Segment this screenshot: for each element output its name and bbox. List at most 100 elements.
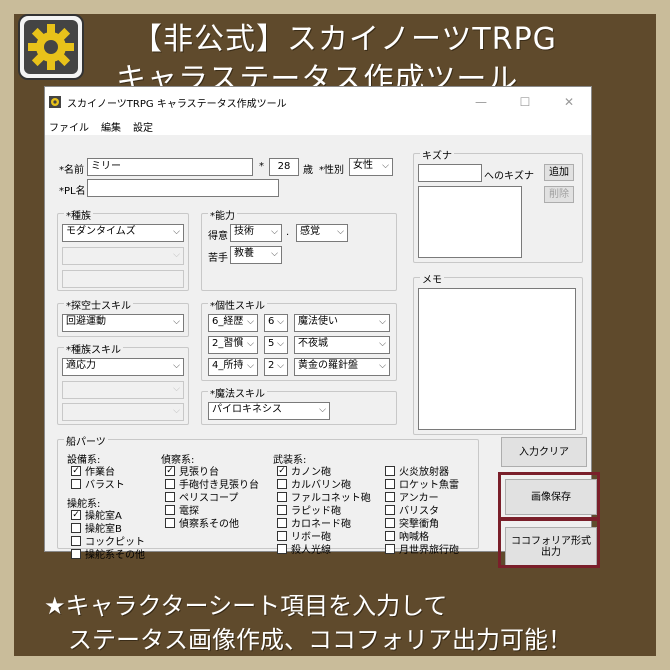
chevron-down-icon: ⌵ xyxy=(379,361,386,371)
good-separator: . xyxy=(286,227,290,238)
race-skill-select[interactable]: 適応力 ⌵ xyxy=(62,358,184,376)
kizuna-group: キズナ へのキズナ 追加 削除 xyxy=(413,147,583,263)
checkbox-box xyxy=(385,465,395,476)
bad-select[interactable]: 教養 ⌵ xyxy=(230,246,282,264)
chevron-down-icon: ⌵ xyxy=(382,161,389,171)
ship-part-label: バラスト xyxy=(85,480,125,491)
pl-name-label: *PL名 xyxy=(59,186,86,197)
personal-skill-name-1[interactable]: 魔法使い ⌵ xyxy=(294,314,390,332)
gender-select[interactable]: 女性 ⌵ xyxy=(349,158,393,176)
personal-skill-cat-2[interactable]: 2_習慣 ⌵ xyxy=(208,336,258,354)
magic-skill-title: *魔法スキル xyxy=(208,385,267,400)
maximize-button[interactable]: ☐ xyxy=(503,87,547,117)
chevron-down-icon: ⌵ xyxy=(271,249,278,259)
personal-skill-num-3-value: 2 xyxy=(268,360,275,371)
checkbox-box xyxy=(277,543,287,554)
chevron-down-icon: ⌵ xyxy=(173,361,180,371)
race-sub-select[interactable]: ⌵ xyxy=(62,247,184,265)
chevron-down-icon: ⌵ xyxy=(247,361,254,371)
kizuna-target-input[interactable] xyxy=(418,164,482,182)
gear-icon xyxy=(49,96,61,108)
good-value-2: 感覚 xyxy=(300,226,320,237)
bad-label: 苦手 xyxy=(208,253,228,264)
race-text-field[interactable] xyxy=(62,270,184,288)
chevron-down-icon: ⌵ xyxy=(337,227,344,237)
kizuna-list[interactable] xyxy=(418,186,522,258)
ship-part-label: 月世界旅行砲 xyxy=(399,545,459,556)
race-value: モダンタイムズ xyxy=(66,226,136,237)
gender-label: *性別 xyxy=(319,165,344,176)
personal-skill-name-1-value: 魔法使い xyxy=(298,316,338,327)
chevron-down-icon: ⌵ xyxy=(379,339,386,349)
explorer-skill-select[interactable]: 回避運動 ⌵ xyxy=(62,314,184,332)
checkbox-box xyxy=(385,530,395,541)
kizuna-delete-button[interactable]: 削除 xyxy=(544,186,574,203)
personal-skill-name-3-value: 黄金の羅針盤 xyxy=(298,360,358,371)
chevron-down-icon: ⌵ xyxy=(173,384,180,394)
personal-skill-name-2[interactable]: 不夜城 ⌵ xyxy=(294,336,390,354)
personal-skill-title: *個性スキル xyxy=(208,297,267,312)
personal-skill-cat-1-value: 6_経歴 xyxy=(212,316,244,327)
clear-button[interactable]: 入力クリア xyxy=(501,437,587,467)
race-skill-select-3[interactable]: ⌵ xyxy=(62,403,184,421)
race-select[interactable]: モダンタイムズ ⌵ xyxy=(62,224,184,242)
window-title: スカイノーツTRPG キャラステータス作成ツール xyxy=(67,98,287,110)
personal-skill-num-1[interactable]: 6 ⌵ xyxy=(264,314,288,332)
good-select-1[interactable]: 技術 ⌵ xyxy=(230,224,282,242)
menu-settings[interactable]: 設定 xyxy=(133,119,153,134)
ship-part-checkbox[interactable]: 操舵系その他 xyxy=(71,546,145,561)
good-select-2[interactable]: 感覚 ⌵ xyxy=(296,224,348,242)
name-label: *名前 xyxy=(59,165,84,176)
menu-file[interactable]: ファイル xyxy=(49,119,89,134)
personal-skill-num-2[interactable]: 5 ⌵ xyxy=(264,336,288,354)
age-unit: 歳 xyxy=(303,165,313,176)
checkbox-box xyxy=(385,491,395,502)
name-input[interactable]: ミリー xyxy=(87,158,253,176)
check-icon: ✓ xyxy=(277,465,287,476)
good-label: 得意 xyxy=(208,231,228,242)
ship-part-checkbox[interactable]: 殺人光線 xyxy=(277,541,331,556)
gender-value: 女性 xyxy=(353,160,373,171)
gear-icon xyxy=(24,20,78,74)
magic-skill-group: *魔法スキル パイロキネシス ⌵ xyxy=(201,385,397,425)
personal-skill-num-3[interactable]: 2 ⌵ xyxy=(264,358,288,376)
promo-title-line1: 【非公式】スカイノーツTRPG xyxy=(132,22,557,57)
checkbox-box xyxy=(385,543,395,554)
race-skill-select-2[interactable]: ⌵ xyxy=(62,381,184,399)
close-button[interactable]: ✕ xyxy=(547,87,591,117)
save-image-highlight xyxy=(498,472,600,520)
ability-title: *能力 xyxy=(208,207,237,222)
menu-edit[interactable]: 編集 xyxy=(101,119,121,134)
personal-skill-name-3[interactable]: 黄金の羅針盤 ⌵ xyxy=(294,358,390,376)
explorer-skill-group: *探空士スキル 回避運動 ⌵ xyxy=(57,297,189,337)
checkbox-box xyxy=(277,530,287,541)
chevron-down-icon: ⌵ xyxy=(277,361,284,371)
ability-group: *能力 得意 技術 ⌵ . 感覚 ⌵ 苦手 教養 ⌵ xyxy=(201,207,397,291)
minimize-button[interactable]: — xyxy=(459,87,503,117)
ship-part-label: 偵察系その他 xyxy=(179,519,239,530)
check-icon: ✓ xyxy=(165,465,175,476)
personal-skill-cat-3[interactable]: 4_所持 ⌵ xyxy=(208,358,258,376)
kizuna-add-button[interactable]: 追加 xyxy=(544,164,574,181)
ship-part-checkbox[interactable]: 偵察系その他 xyxy=(165,515,239,530)
good-value-1: 技術 xyxy=(234,226,254,237)
memo-textarea[interactable] xyxy=(418,288,576,430)
memo-group: メモ xyxy=(413,271,583,435)
ship-part-checkbox[interactable]: 月世界旅行砲 xyxy=(385,541,459,556)
title-bar[interactable]: スカイノーツTRPG キャラステータス作成ツール — ☐ ✕ xyxy=(45,87,591,117)
memo-title: メモ xyxy=(420,271,444,286)
ship-part-checkbox[interactable]: バラスト xyxy=(71,476,125,491)
chevron-down-icon: ⌵ xyxy=(173,317,180,327)
checkbox-box xyxy=(71,535,81,546)
age-input[interactable]: 28 xyxy=(269,158,299,176)
promo-footer-line1: ★キャラクターシート項目を入力して xyxy=(44,592,448,620)
chevron-down-icon: ⌵ xyxy=(379,317,386,327)
checkbox-box xyxy=(71,478,81,489)
personal-skill-cat-1[interactable]: 6_経歴 ⌵ xyxy=(208,314,258,332)
menu-bar: ファイル 編集 設定 xyxy=(45,117,591,135)
ship-parts-title: 船パーツ xyxy=(64,433,108,448)
pl-name-input[interactable] xyxy=(87,179,279,197)
magic-skill-select[interactable]: パイロキネシス ⌵ xyxy=(208,402,330,420)
checkbox-box xyxy=(71,522,81,533)
app-logo xyxy=(18,14,84,80)
